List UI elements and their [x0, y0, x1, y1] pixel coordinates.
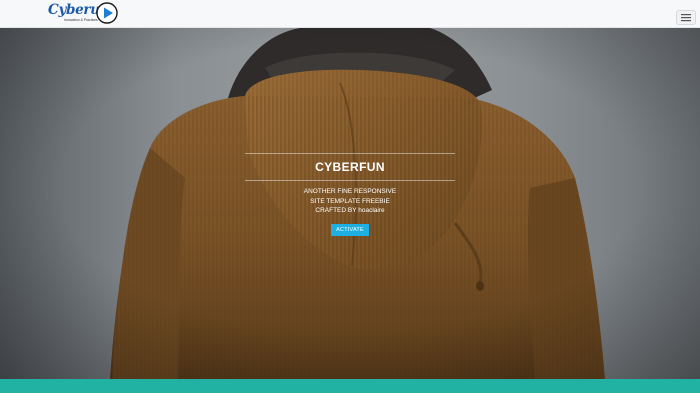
hero-subtitle-line: ANOTHER FINE RESPONSIVE — [303, 188, 397, 195]
hero-subtitle-line: CRAFTED BY hoaclaire — [315, 207, 385, 214]
hero-content: CYBERFUN ANOTHER FINE RESPONSIVE SITE TE… — [245, 153, 455, 236]
hamburger-icon — [681, 14, 691, 22]
hero-subtitle-line: SITE TEMPLATE FREEBIE — [310, 197, 390, 205]
menu-toggle-button[interactable] — [676, 10, 696, 25]
hero-title: CYBERFUN — [315, 160, 385, 174]
page-bottom-strip — [0, 393, 700, 400]
play-icon — [96, 2, 118, 24]
activate-button[interactable]: ACTIVATE — [331, 223, 369, 236]
hero-banner: CYBERFUN ANOTHER FINE RESPONSIVE SITE TE… — [0, 28, 700, 379]
hero-subtitle: ANOTHER FINE RESPONSIVE SITE TEMPLATE FR… — [245, 187, 455, 216]
brand-tagline: Innovation & Practices — [64, 18, 98, 22]
divider-bottom — [245, 180, 455, 181]
brand-logo[interactable]: Cyberun Innovation & Practices — [48, 1, 120, 27]
navbar: Cyberun Innovation & Practices — [0, 0, 700, 28]
teal-section-band — [0, 379, 700, 393]
